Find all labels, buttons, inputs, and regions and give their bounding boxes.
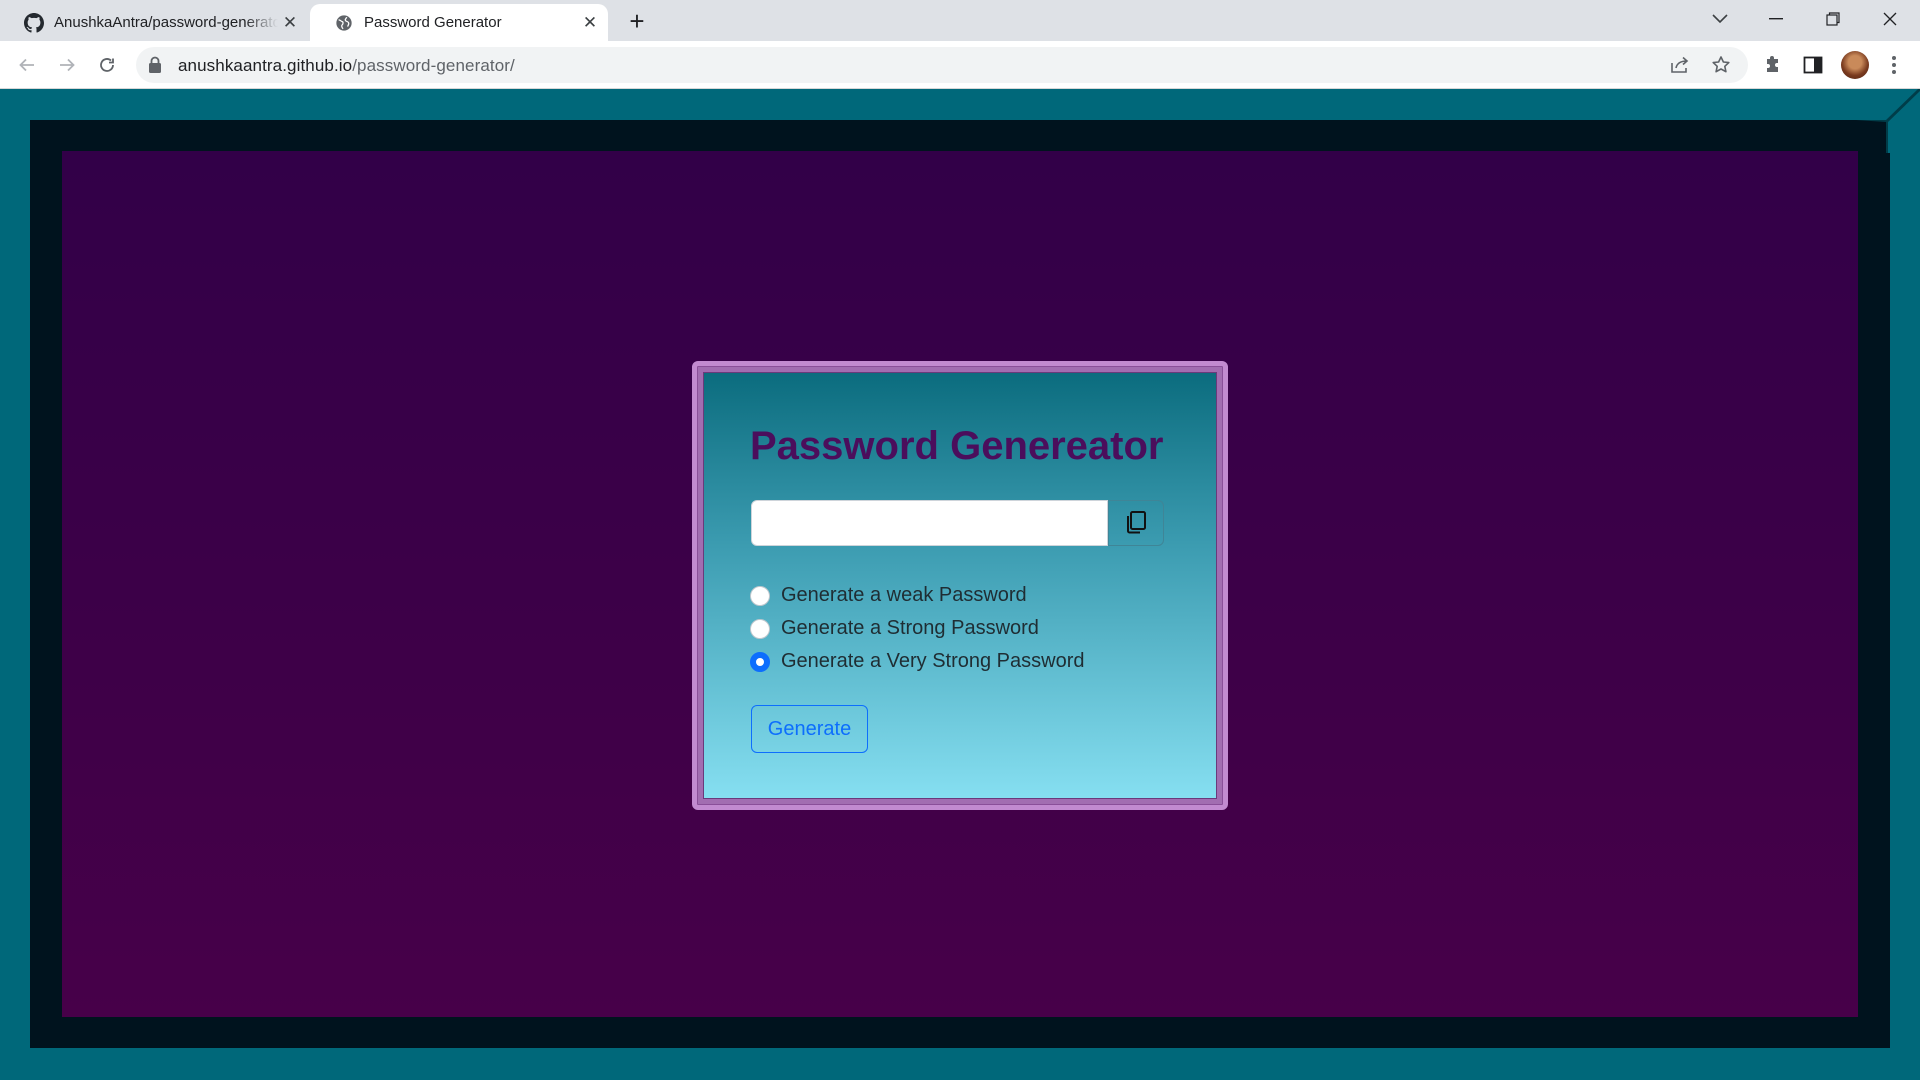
radio-very-strong[interactable] (750, 651, 770, 672)
browser-tab-github[interactable]: AnushkaAntra/password-generator ✕ (0, 4, 308, 41)
address-bar[interactable]: anushkaantra.github.io/password-generato… (136, 47, 1748, 83)
radio-weak[interactable] (750, 585, 770, 606)
password-output-field[interactable] (751, 500, 1108, 546)
extensions-puzzle-icon[interactable] (1761, 53, 1785, 77)
option-label: Generate a Strong Password (781, 617, 1039, 639)
strength-options: Generate a weak Password Generate a Stro… (750, 579, 1085, 678)
option-label: Generate a Very Strong Password (781, 650, 1085, 672)
close-icon[interactable]: ✕ (278, 11, 302, 35)
new-tab-plus-icon[interactable]: + (620, 6, 654, 36)
github-icon (24, 12, 44, 33)
share-icon[interactable] (1669, 54, 1691, 76)
minimize-icon[interactable] (1748, 0, 1804, 38)
url-host: anushkaantra.github.io (178, 56, 353, 75)
copy-button[interactable] (1108, 500, 1164, 546)
option-very-strong[interactable]: Generate a Very Strong Password (750, 645, 1085, 678)
tab-search-chevron-down-icon[interactable] (1692, 0, 1748, 38)
copy-icon (1125, 510, 1147, 537)
url-path: /password-generator/ (352, 56, 515, 75)
option-weak[interactable]: Generate a weak Password (750, 579, 1085, 612)
frame-bevel-corner (1856, 89, 1920, 153)
lock-icon[interactable] (148, 56, 162, 79)
forward-arrow-icon[interactable] (51, 49, 83, 81)
browser-toolbar: anushkaantra.github.io/password-generato… (0, 41, 1920, 89)
password-generator-card: Password Genereator Generate a weak Pass… (692, 361, 1228, 810)
page-viewport: Password Genereator Generate a weak Pass… (0, 89, 1920, 1080)
side-panel-icon[interactable] (1801, 53, 1825, 77)
bookmark-star-icon[interactable] (1710, 54, 1732, 76)
browser-tab-strip: AnushkaAntra/password-generator ✕ Passwo… (0, 0, 1920, 41)
url-text: anushkaantra.github.io/password-generato… (178, 56, 515, 76)
profile-avatar[interactable] (1841, 51, 1869, 79)
close-window-icon[interactable] (1862, 0, 1918, 38)
tab-title: AnushkaAntra/password-generator (54, 14, 278, 31)
globe-icon (334, 13, 354, 33)
back-arrow-icon[interactable] (11, 49, 43, 81)
frame-bevel-corner (0, 1016, 62, 1080)
radio-strong[interactable] (750, 618, 770, 639)
restore-icon[interactable] (1805, 0, 1861, 38)
option-strong[interactable]: Generate a Strong Password (750, 612, 1085, 645)
card-body: Password Genereator Generate a weak Pass… (703, 372, 1217, 799)
tab-title: Password Generator (364, 14, 502, 31)
more-menu-icon[interactable] (1882, 53, 1906, 77)
reload-icon[interactable] (91, 49, 123, 81)
page-title: Password Genereator (750, 424, 1164, 468)
close-icon[interactable]: ✕ (578, 11, 602, 35)
generate-button[interactable]: Generate (751, 705, 868, 753)
browser-tab-password-generator[interactable]: Password Generator ✕ (310, 4, 608, 41)
option-label: Generate a weak Password (781, 584, 1027, 606)
